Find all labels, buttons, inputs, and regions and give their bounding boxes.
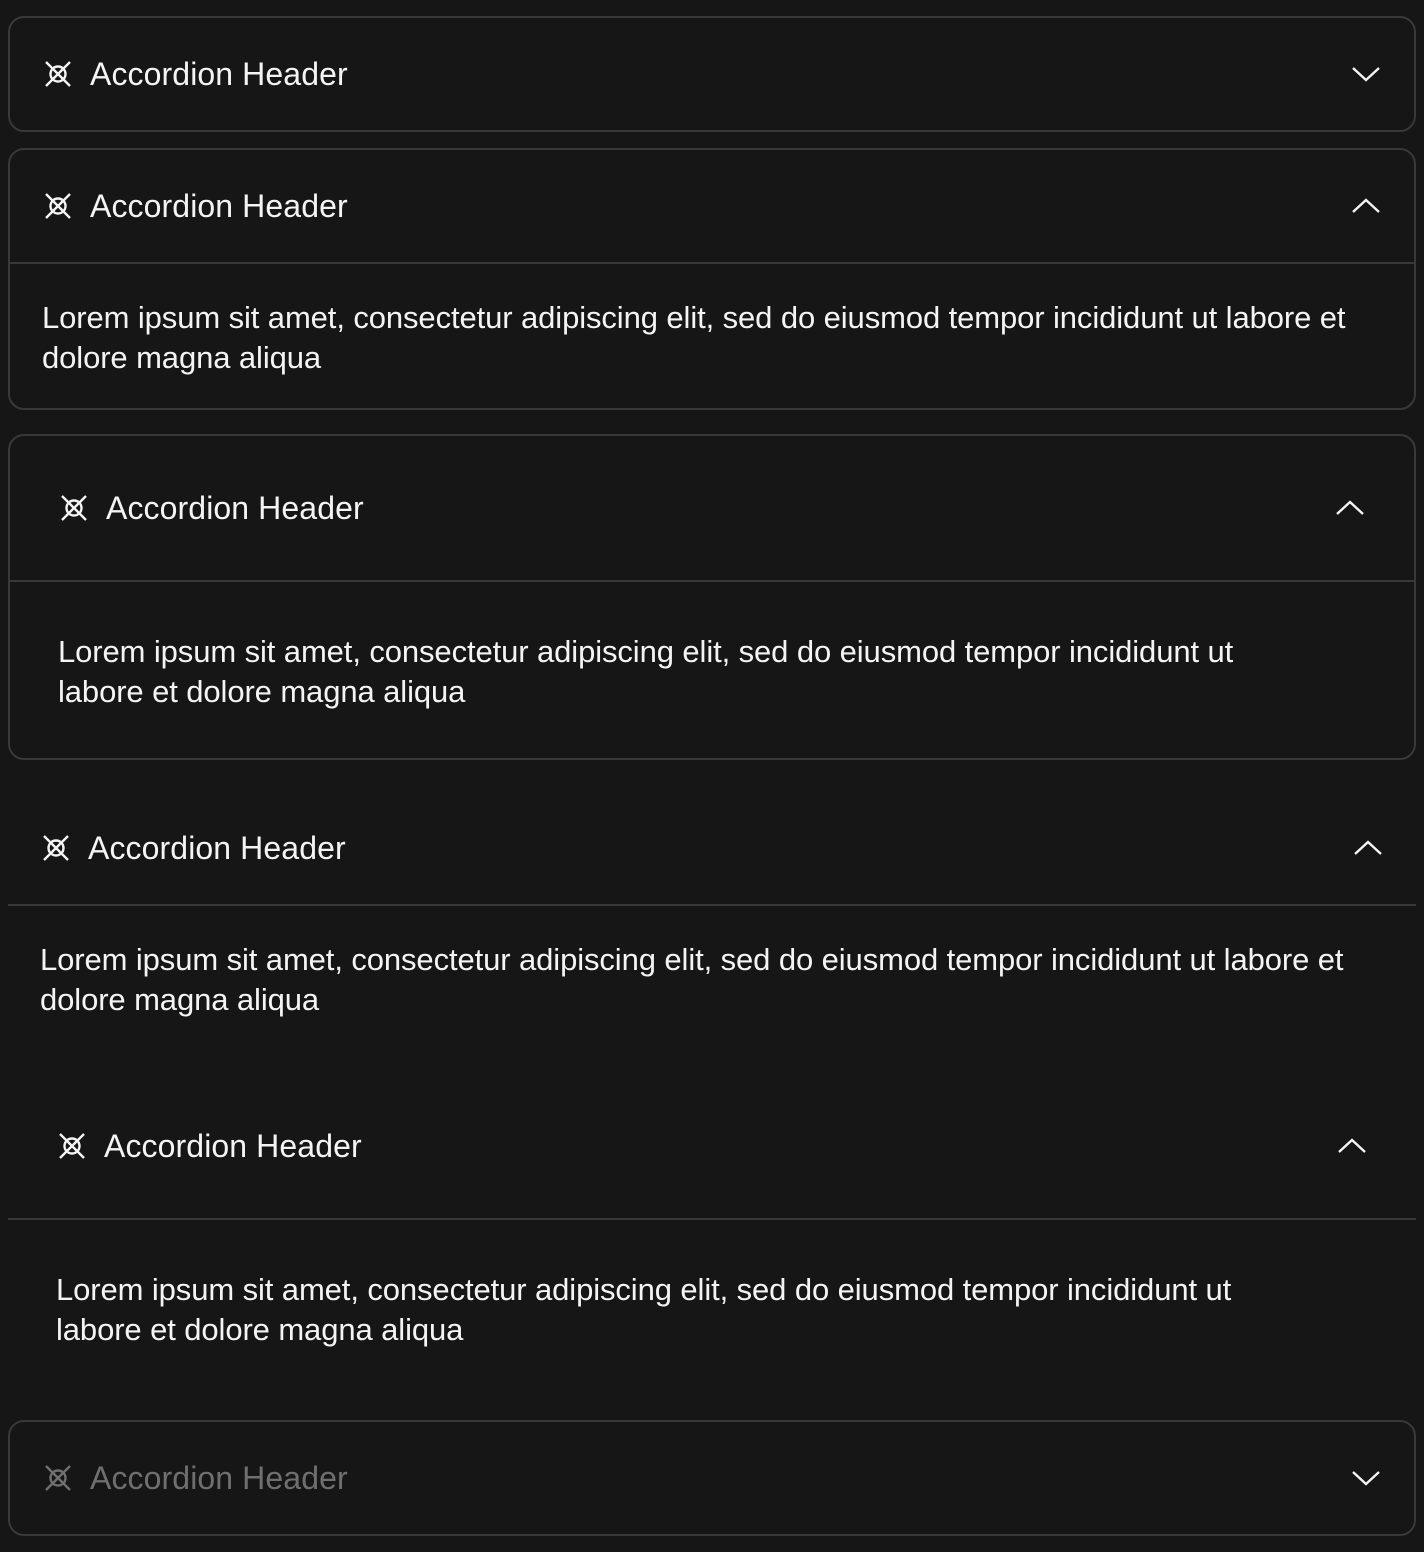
close-circle-icon (56, 1130, 88, 1162)
accordion-content: Lorem ipsum sit amet, consectetur adipis… (8, 906, 1416, 1020)
accordion-content-text: Lorem ipsum sit amet, consectetur adipis… (42, 300, 1346, 375)
accordion-content: Lorem ipsum sit amet, consectetur adipis… (8, 1220, 1416, 1350)
accordion-header[interactable]: Accordion Header (8, 1074, 1416, 1218)
accordion-header[interactable]: Accordion Header (10, 18, 1414, 130)
accordion-header[interactable]: Accordion Header (10, 150, 1414, 262)
accordion-content: Lorem ipsum sit amet, consectetur adipis… (10, 264, 1414, 378)
chevron-down-icon (1350, 1462, 1382, 1494)
accordion-header[interactable]: Accordion Header (8, 792, 1416, 904)
accordion-flush: Accordion Header Lorem ipsum sit amet, c… (8, 792, 1416, 1078)
accordion-header-title: Accordion Header (106, 490, 364, 526)
chevron-down-icon[interactable] (1350, 58, 1382, 90)
chevron-up-icon[interactable] (1350, 190, 1382, 222)
accordion-header-title: Accordion Header (90, 1460, 348, 1496)
accordion-header-title: Accordion Header (104, 1128, 362, 1164)
accordion-header-disabled: Accordion Header (10, 1422, 1414, 1534)
chevron-up-icon[interactable] (1336, 1130, 1368, 1162)
close-circle-icon (40, 832, 72, 864)
close-circle-icon (42, 58, 74, 90)
accordion-content-text: Lorem ipsum sit amet, consectetur adipis… (58, 634, 1234, 709)
accordion-content-text: Lorem ipsum sit amet, consectetur adipis… (56, 1272, 1232, 1347)
accordion-flush-large: Accordion Header Lorem ipsum sit amet, c… (8, 1074, 1416, 1404)
accordion-header-title: Accordion Header (90, 188, 348, 224)
accordion-content-text: Lorem ipsum sit amet, consectetur adipis… (40, 942, 1344, 1017)
accordion-header-title: Accordion Header (90, 56, 348, 92)
accordion-expanded: Accordion Header Lorem ipsum sit amet, c… (8, 148, 1416, 410)
chevron-up-icon[interactable] (1334, 492, 1366, 524)
close-circle-icon (42, 190, 74, 222)
accordion-header-title: Accordion Header (88, 830, 346, 866)
close-circle-icon (42, 1462, 74, 1494)
accordion-content: Lorem ipsum sit amet, consectetur adipis… (10, 582, 1414, 712)
accordion-collapsed: Accordion Header (8, 16, 1416, 132)
accordion-expanded-large: Accordion Header Lorem ipsum sit amet, c… (8, 434, 1416, 760)
accordion-header[interactable]: Accordion Header (10, 436, 1414, 580)
close-circle-icon (58, 492, 90, 524)
chevron-up-icon[interactable] (1352, 832, 1384, 864)
accordion-disabled: Accordion Header (8, 1420, 1416, 1536)
